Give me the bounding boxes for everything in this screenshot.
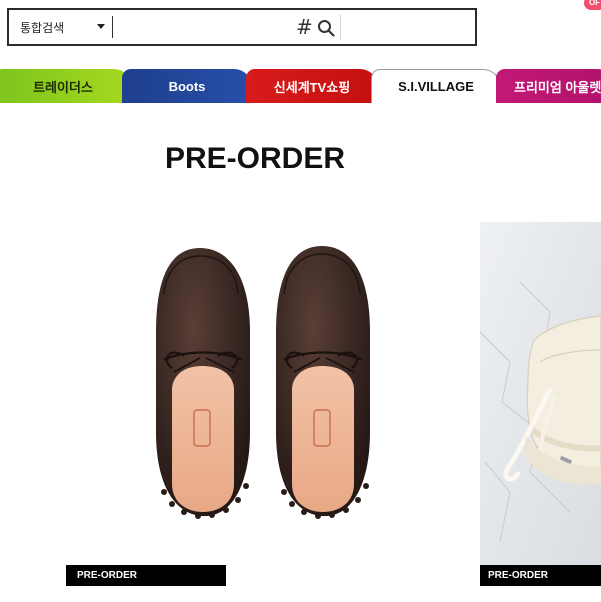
- search-scope-select[interactable]: 통합검색: [9, 10, 105, 44]
- left-shoe: [156, 248, 250, 519]
- product-image-brown-loafers[interactable]: [66, 222, 446, 565]
- product-label: PRE-ORDER: [66, 565, 226, 586]
- product-label: PRE-ORDER: [480, 565, 601, 586]
- tab-label: S.I.VILLAGE: [398, 79, 474, 94]
- search-scope-label: 통합검색: [20, 20, 65, 35]
- page-title: PRE-ORDER: [164, 142, 345, 175]
- tab-label: Boots: [168, 78, 206, 94]
- chevron-down-icon: [97, 24, 105, 29]
- tab-label: 프리미엄 아울렛: [514, 79, 601, 95]
- tab-traders[interactable]: 트레이더스: [0, 69, 132, 103]
- tab-shinsegae-tv-shopping[interactable]: 신세계TV쇼핑: [246, 69, 378, 103]
- tab-si-village[interactable]: S.I.VILLAGE: [371, 69, 501, 103]
- product-image-white-sneaker[interactable]: [480, 222, 601, 565]
- tab-boots[interactable]: Boots: [122, 69, 252, 103]
- tab-label: 트레이더스: [33, 79, 93, 95]
- search-divider: [340, 14, 341, 40]
- tab-premium-outlet[interactable]: 프리미엄 아울렛: [496, 69, 601, 103]
- search-bar: 통합검색 #: [7, 8, 477, 46]
- tab-label: 신세계TV쇼핑: [273, 79, 351, 95]
- search-icon[interactable]: [317, 19, 335, 37]
- product-card[interactable]: PRE-ORDER: [66, 222, 446, 586]
- product-card[interactable]: PRE-ORDER: [480, 222, 601, 586]
- search-input[interactable]: [112, 16, 292, 38]
- right-shoe: [276, 246, 370, 519]
- channel-tabs: 트레이더스 Boots 신세계TV쇼핑 S.I.VILLAGE 프리미엄 아울렛: [0, 69, 601, 105]
- tab-badge: OF: [584, 0, 601, 10]
- hash-icon[interactable]: #: [296, 15, 313, 39]
